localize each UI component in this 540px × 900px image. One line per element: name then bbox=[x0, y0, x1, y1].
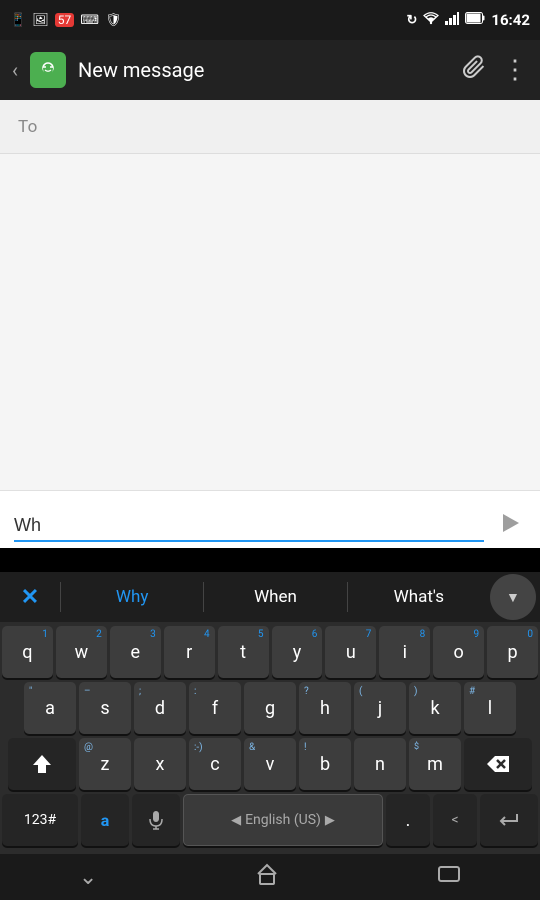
attach-button[interactable] bbox=[462, 55, 486, 85]
backspace-key[interactable] bbox=[464, 738, 532, 790]
clock: 16:42 bbox=[491, 11, 530, 29]
period-key[interactable]: . bbox=[386, 794, 430, 846]
key-g[interactable]: g bbox=[244, 682, 296, 734]
key-p[interactable]: 0p bbox=[487, 626, 538, 678]
key-i[interactable]: 8i bbox=[379, 626, 430, 678]
send-button[interactable] bbox=[492, 504, 530, 542]
num-key[interactable]: 123# bbox=[2, 794, 78, 846]
keyboard: ✕ Why When What's ▼ 1q 2w 3e 4r 5t 6y 7u… bbox=[0, 572, 540, 900]
space-key[interactable]: ◀ English (US) ▶ bbox=[183, 794, 383, 846]
sim-icon: ↻ bbox=[406, 13, 417, 28]
keys-area: 1q 2w 3e 4r 5t 6y 7u 8i 9o 0p "a –s ;d :… bbox=[0, 622, 540, 854]
back-button[interactable]: ‹ bbox=[12, 58, 18, 82]
key-c[interactable]: :-)c bbox=[189, 738, 241, 790]
key-q[interactable]: 1q bbox=[2, 626, 53, 678]
key-a[interactable]: "a bbox=[24, 682, 76, 734]
space-label: English (US) bbox=[245, 812, 321, 828]
emoji-key[interactable]: a bbox=[81, 794, 129, 846]
key-l[interactable]: #l bbox=[464, 682, 516, 734]
key-z[interactable]: @z bbox=[79, 738, 131, 790]
amazon-icon: a bbox=[101, 811, 110, 830]
key-h[interactable]: ?h bbox=[299, 682, 351, 734]
to-field[interactable]: To bbox=[0, 100, 540, 154]
status-right-icons: ↻ 16:42 bbox=[406, 11, 530, 29]
less-than-key[interactable]: < bbox=[433, 794, 477, 846]
key-j[interactable]: (j bbox=[354, 682, 406, 734]
app-bar-actions: ⋮ bbox=[462, 55, 528, 85]
shield-icon: 🛡 bbox=[105, 13, 122, 28]
suggestions-bar: ✕ Why When What's ▼ bbox=[0, 572, 540, 622]
app-icon bbox=[30, 52, 66, 88]
home-nav-button[interactable] bbox=[235, 854, 299, 900]
status-bar: 📱 🖼 57 ⌨ 🛡 ↻ 16:42 bbox=[0, 0, 540, 40]
key-y[interactable]: 6y bbox=[272, 626, 323, 678]
mic-key[interactable] bbox=[132, 794, 180, 846]
close-icon: ✕ bbox=[21, 585, 39, 610]
key-row-1: 1q 2w 3e 4r 5t 6y 7u 8i 9o 0p bbox=[2, 626, 538, 678]
key-w[interactable]: 2w bbox=[56, 626, 107, 678]
enter-key[interactable] bbox=[480, 794, 538, 846]
app-title: New message bbox=[78, 58, 450, 82]
notification-icon: 📱 bbox=[10, 13, 26, 28]
app-bar: ‹ New message ⋮ bbox=[0, 40, 540, 100]
key-d[interactable]: ;d bbox=[134, 682, 186, 734]
keyboard-icon: ⌨ bbox=[80, 13, 99, 28]
key-e[interactable]: 3e bbox=[110, 626, 161, 678]
suggestion-dropdown-button[interactable]: ▼ bbox=[490, 574, 536, 620]
right-arrow-icon: ▶ bbox=[325, 813, 335, 828]
key-row-2: "a –s ;d :f g ?h (j )k #l bbox=[2, 682, 538, 734]
key-t[interactable]: 5t bbox=[218, 626, 269, 678]
more-button[interactable]: ⋮ bbox=[502, 64, 528, 77]
key-r[interactable]: 4r bbox=[164, 626, 215, 678]
key-f[interactable]: :f bbox=[189, 682, 241, 734]
suggestion-why[interactable]: Why bbox=[61, 572, 203, 622]
left-arrow-icon: ◀ bbox=[231, 813, 241, 828]
image-icon: 🖼 bbox=[32, 13, 49, 28]
key-x[interactable]: x bbox=[134, 738, 186, 790]
text-input-wrapper[interactable] bbox=[14, 515, 484, 542]
suggestion-close-button[interactable]: ✕ bbox=[0, 572, 60, 622]
key-row-4: 123# a ◀ English (US) ▶ . < bbox=[2, 794, 538, 846]
key-u[interactable]: 7u bbox=[325, 626, 376, 678]
badge-57: 57 bbox=[55, 13, 75, 27]
chevron-down-icon: ▼ bbox=[506, 589, 520, 606]
compose-area: To bbox=[0, 100, 540, 490]
suggestion-when[interactable]: When bbox=[204, 572, 346, 622]
status-left-icons: 📱 🖼 57 ⌨ 🛡 bbox=[10, 13, 121, 28]
recents-nav-button[interactable] bbox=[417, 856, 481, 898]
shift-key[interactable] bbox=[8, 738, 76, 790]
key-v[interactable]: &v bbox=[244, 738, 296, 790]
key-o[interactable]: 9o bbox=[433, 626, 484, 678]
key-n[interactable]: n bbox=[354, 738, 406, 790]
battery-icon bbox=[465, 12, 485, 28]
message-body[interactable] bbox=[0, 154, 540, 490]
key-m[interactable]: $m bbox=[409, 738, 461, 790]
key-k[interactable]: )k bbox=[409, 682, 461, 734]
back-nav-button[interactable]: ⌄ bbox=[59, 857, 117, 898]
key-s[interactable]: –s bbox=[79, 682, 131, 734]
key-b[interactable]: !b bbox=[299, 738, 351, 790]
input-bar bbox=[0, 490, 540, 548]
to-input[interactable] bbox=[46, 100, 522, 153]
bottom-nav: ⌄ bbox=[0, 854, 540, 900]
message-input[interactable] bbox=[14, 515, 484, 536]
signal-icon bbox=[445, 11, 459, 29]
to-label: To bbox=[18, 117, 38, 137]
key-row-3: @z x :-)c &v !b n $m bbox=[2, 738, 538, 790]
suggestion-whats[interactable]: What's bbox=[348, 572, 490, 622]
wifi-icon bbox=[423, 11, 439, 29]
